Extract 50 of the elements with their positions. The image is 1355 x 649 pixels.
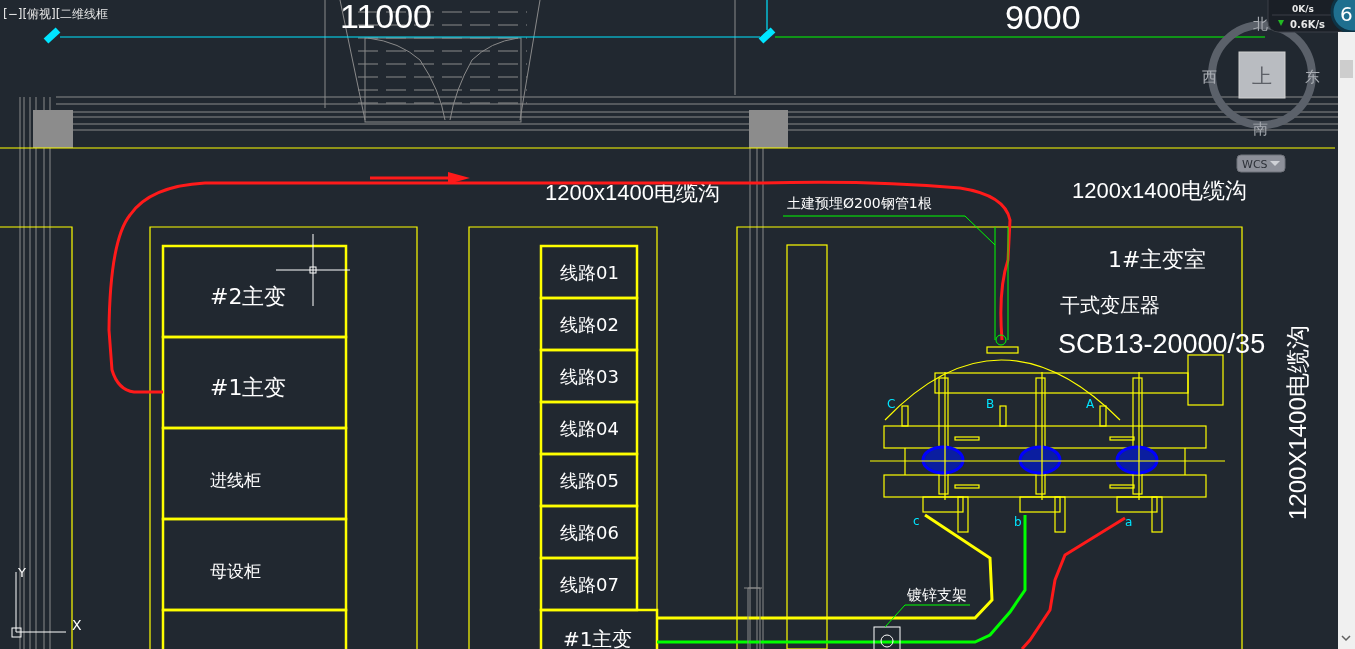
- axis-label: Y: [18, 565, 26, 580]
- cabinet-label: #1主变: [210, 375, 287, 400]
- dimension-text: 9000: [1005, 0, 1081, 36]
- grip-icon: [43, 27, 61, 44]
- room-label: 1#主变室: [1108, 247, 1207, 272]
- cabinet-label: #2主变: [210, 284, 287, 309]
- scrollbar-track[interactable]: [1338, 32, 1355, 649]
- cabinet-label: 进线柜: [210, 470, 261, 490]
- cabinet-label: 线路01: [560, 262, 619, 283]
- wcs-label[interactable]: WCS: [1242, 158, 1268, 171]
- column-icon: [33, 110, 73, 148]
- phase-label: a: [1125, 515, 1133, 529]
- download-arrow-icon: [1278, 20, 1284, 26]
- phase-label: A: [1086, 397, 1095, 411]
- support-bracket-icon: [873, 626, 901, 649]
- compass-north[interactable]: 北: [1253, 15, 1268, 33]
- viewport-menu[interactable]: [−][俯视][二维线框: [3, 7, 109, 21]
- trench-label: 1200x1400电缆沟: [1072, 178, 1247, 203]
- download-speed-text: 0.6K/s: [1290, 19, 1326, 30]
- view-cube-face-label[interactable]: 上: [1252, 64, 1272, 88]
- phase-label: b: [1014, 515, 1022, 529]
- phase-label: B: [986, 397, 995, 411]
- cabinet-label: 线路05: [560, 470, 619, 491]
- equipment-label: 干式变压器: [1060, 293, 1160, 317]
- wcs-dropdown[interactable]: [1236, 154, 1286, 173]
- upload-speed-text: 0K/s: [1292, 4, 1314, 14]
- grip-icon: [758, 27, 776, 44]
- scroll-down-icon[interactable]: [1341, 635, 1351, 642]
- trench-label: 1200X1400电缆沟: [1284, 325, 1311, 520]
- scrollbar-thumb[interactable]: [1340, 60, 1353, 78]
- phase-label: C: [887, 397, 896, 411]
- badge-count: 6: [1340, 2, 1353, 26]
- cabinet-label: 线路06: [560, 522, 619, 543]
- dimension-text: 11000: [340, 0, 433, 35]
- compass-west[interactable]: 西: [1202, 68, 1217, 86]
- cabinet-label: 线路04: [560, 418, 619, 439]
- pipe-note-text: 土建预埋Ø200钢管1根: [787, 195, 932, 211]
- phase-label: c: [913, 514, 920, 528]
- cabinet-label: 线路03: [560, 366, 619, 387]
- cabinet-label: 线路07: [560, 574, 619, 595]
- column-icon: [749, 110, 788, 148]
- cabinet-label: #1主变: [563, 627, 633, 649]
- cabinet-label: 线路02: [560, 314, 619, 335]
- support-note-text: 镀锌支架: [907, 586, 967, 604]
- axis-line: [766, 0, 768, 31]
- compass-east[interactable]: 东: [1305, 68, 1320, 86]
- compass-south[interactable]: 南: [1253, 120, 1268, 138]
- caret-icon: [1270, 161, 1280, 166]
- cabinet-label: 母设柜: [210, 561, 261, 581]
- globe-badge-icon: [1330, 0, 1355, 34]
